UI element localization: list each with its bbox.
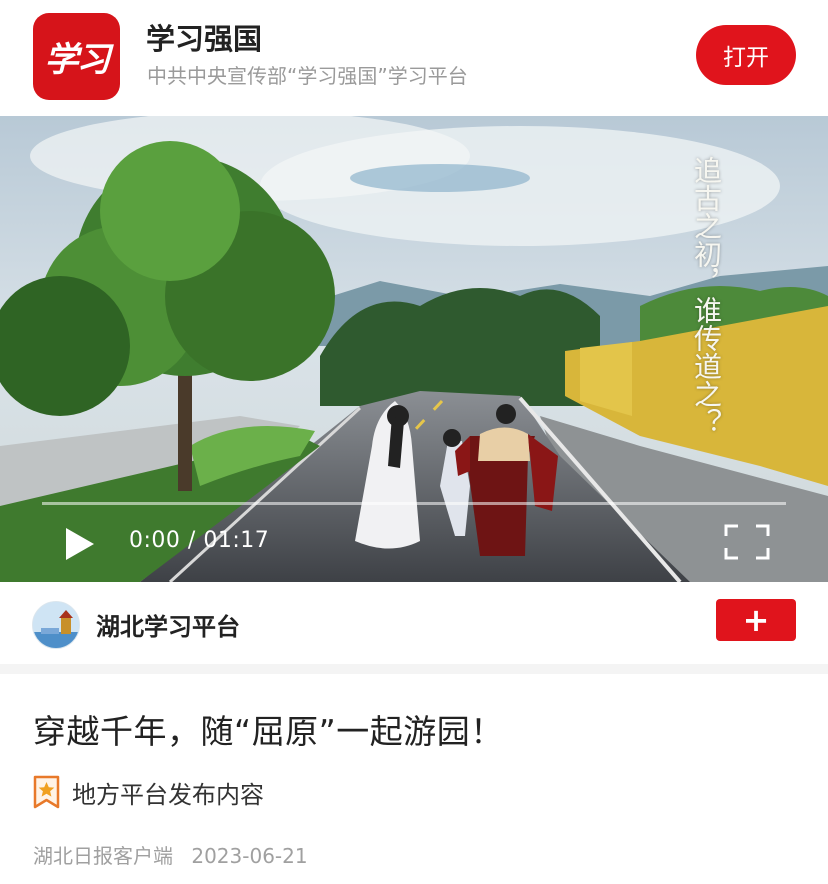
current-time: 0:00 (129, 528, 181, 553)
article-source: 湖北日报客户端 (33, 844, 173, 868)
article-title: 穿越千年，随“屈原”一起游园！ (33, 712, 504, 751)
video-time: 0:00 / 01:17 (129, 528, 269, 553)
source-tag-label: 地方平台发布内容 (72, 780, 264, 809)
publisher-avatar[interactable] (32, 601, 80, 649)
avatar-image (33, 602, 79, 648)
duration: 01:17 (203, 528, 270, 553)
video-overlay-text: 追古之初，谁传道之？ (690, 156, 723, 436)
app-name: 学习强国 (146, 22, 263, 56)
fullscreen-icon[interactable] (724, 524, 770, 560)
source-tag: 地方平台发布内容 (33, 774, 264, 810)
open-app-button[interactable]: 打开 (696, 25, 796, 85)
bookmark-star-icon (33, 775, 60, 809)
video-progress-bar[interactable] (42, 502, 786, 505)
article-meta: 湖北日报客户端 2023-06-21 (33, 840, 308, 869)
time-separator: / (187, 528, 196, 553)
video-player[interactable]: 追古之初，谁传道之？ 0:00 / 01:17 (0, 116, 828, 582)
app-description: 中共中央宣传部“学习强国”学习平台 (147, 64, 468, 88)
app-download-banner: 学习 学习强国 中共中央宣传部“学习强国”学习平台 打开 (0, 0, 828, 116)
app-logo: 学习 (33, 13, 120, 100)
follow-button[interactable]: + (716, 599, 796, 641)
article-date: 2023-06-21 (191, 844, 308, 868)
section-divider (0, 664, 828, 674)
publisher-name[interactable]: 湖北学习平台 (96, 607, 240, 642)
publisher-row: 湖北学习平台 + (0, 582, 828, 664)
play-icon[interactable] (62, 524, 98, 564)
